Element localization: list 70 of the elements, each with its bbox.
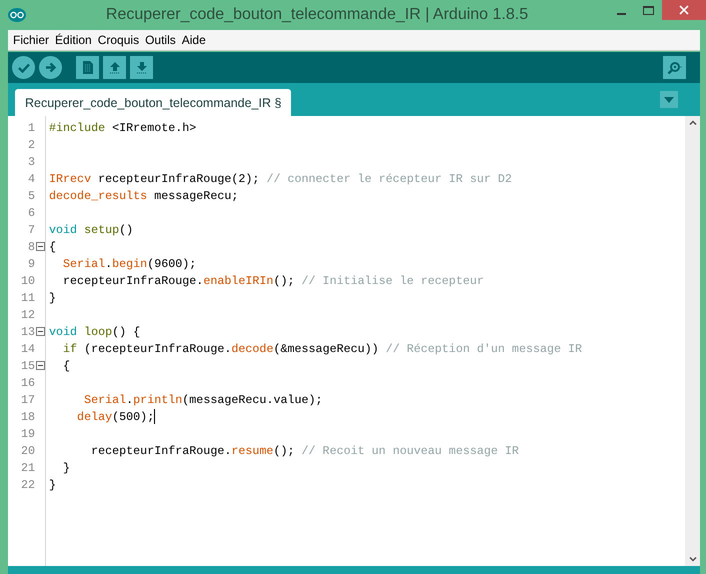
line-number: 19 bbox=[20, 426, 35, 440]
line-number: 14 bbox=[20, 342, 35, 356]
fold-icon[interactable] bbox=[36, 242, 45, 251]
code-line: { bbox=[49, 240, 56, 254]
tab-menu-button[interactable] bbox=[660, 91, 678, 108]
line-number: 2 bbox=[28, 138, 35, 152]
caret-icon bbox=[664, 96, 674, 102]
menu-item[interactable]: Aide bbox=[178, 33, 209, 47]
code-line: } bbox=[49, 290, 56, 304]
line-number: 12 bbox=[20, 308, 35, 322]
line-number: 3 bbox=[28, 154, 35, 168]
down-chevron-icon[interactable] bbox=[688, 557, 696, 562]
line-number: 16 bbox=[20, 376, 35, 390]
down-arrow-icon bbox=[136, 61, 148, 74]
upload-button[interactable] bbox=[39, 56, 62, 79]
code-line: } bbox=[62, 460, 70, 474]
line-number: 6 bbox=[28, 206, 35, 220]
line-number: 11 bbox=[20, 290, 35, 304]
line-number: 8 bbox=[28, 240, 35, 254]
menu-item[interactable]: Fichier bbox=[10, 33, 52, 47]
line-number: 20 bbox=[20, 444, 35, 458]
line-number: 17 bbox=[20, 392, 35, 406]
line-number: 5 bbox=[28, 188, 35, 202]
code-line: recepteurInfraRouge.resume(); // Recoit un nouveau message IR bbox=[90, 444, 519, 458]
code-line: Serial.println(messageRecu.value); bbox=[83, 392, 323, 406]
up-arrow-icon bbox=[108, 61, 120, 74]
code-line: delay(500); bbox=[76, 410, 154, 424]
new-button[interactable] bbox=[76, 56, 99, 79]
scrollbar[interactable] bbox=[685, 116, 700, 566]
up-chevron-icon[interactable] bbox=[688, 120, 696, 125]
line-number: 18 bbox=[20, 410, 35, 424]
window-title: Recuperer_code_bouton_telecommande_IR | Arduino 1.8.5 bbox=[104, 6, 530, 24]
code-line: { bbox=[62, 358, 70, 372]
minimize-icon bbox=[617, 12, 626, 14]
code-line: recepteurInfraRouge.enableIRIn(); // Initialise le recepteur bbox=[62, 274, 484, 288]
checkmark-icon bbox=[18, 62, 30, 72]
line-number: 4 bbox=[28, 172, 35, 186]
open-button[interactable] bbox=[103, 56, 126, 79]
right-arrow-icon bbox=[44, 62, 56, 73]
line-number: 7 bbox=[28, 222, 35, 236]
line-number: 13 bbox=[20, 324, 35, 338]
close-button[interactable] bbox=[662, 0, 706, 20]
code-line: #include <IRremote.h> bbox=[49, 120, 196, 134]
fold-icon[interactable] bbox=[36, 361, 45, 370]
serial-monitor-button[interactable] bbox=[663, 56, 686, 79]
file-tab[interactable]: Recuperer_code_bouton_telecommande_IR § bbox=[15, 89, 292, 116]
fold-icon[interactable] bbox=[36, 327, 45, 336]
menu-item[interactable]: Croquis bbox=[94, 33, 142, 47]
line-number: 21 bbox=[20, 460, 35, 474]
app-logo-icon bbox=[8, 8, 26, 22]
line-number: 22 bbox=[20, 478, 35, 492]
verify-button[interactable] bbox=[12, 56, 35, 79]
code-line: decode_results messageRecu; bbox=[49, 188, 238, 202]
menu-item[interactable]: Outils bbox=[142, 33, 179, 47]
document-icon bbox=[82, 61, 92, 74]
menu-item[interactable]: Édition bbox=[52, 33, 95, 47]
close-icon bbox=[679, 5, 689, 15]
code-line: } bbox=[49, 478, 56, 492]
magnifier-icon bbox=[666, 60, 682, 74]
code-line: IRrecv recepteurInfraRouge(2); // connecter le récepteur IR sur D2 bbox=[49, 172, 512, 186]
code-line: void loop() { bbox=[49, 324, 140, 338]
line-number: 1 bbox=[28, 120, 35, 134]
line-number: 15 bbox=[20, 358, 35, 372]
line-number: 10 bbox=[20, 274, 35, 288]
line-number: 9 bbox=[28, 256, 35, 270]
save-button[interactable] bbox=[130, 56, 153, 79]
code-line: void setup() bbox=[49, 222, 134, 236]
code-line: Serial.begin(9600); bbox=[62, 256, 196, 270]
code-line: if (recepteurInfraRouge.decode(&messageRecu)) // Réception d'un message IR bbox=[62, 342, 582, 356]
maximize-icon bbox=[643, 6, 654, 14]
